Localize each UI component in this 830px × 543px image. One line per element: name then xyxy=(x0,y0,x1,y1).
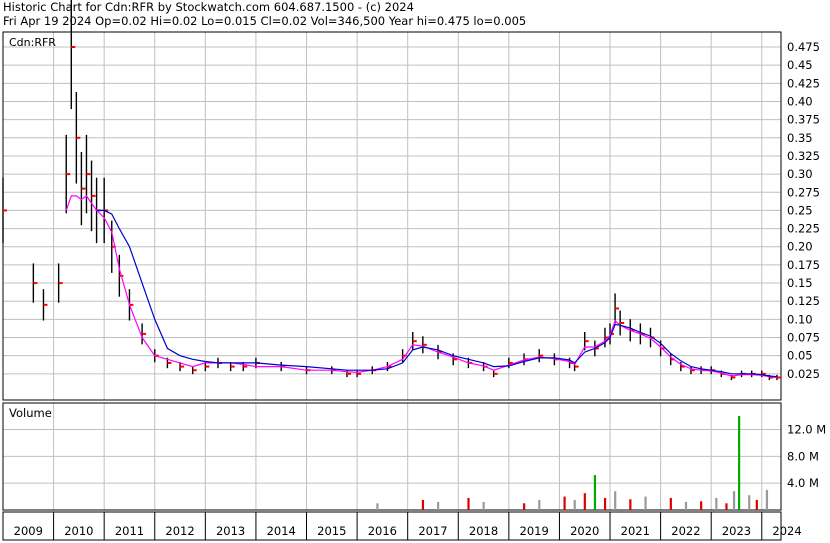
volume-bar xyxy=(748,495,751,510)
price-tick-label: 0.20 xyxy=(787,240,813,254)
year-tick-label: 2021 xyxy=(621,524,650,538)
year-tick-label: 2014 xyxy=(267,524,296,538)
price-tick-label: 0.475 xyxy=(787,40,820,54)
volume-bar xyxy=(715,497,718,510)
price-tick-label: 0.05 xyxy=(787,349,813,363)
year-tick-label: 2022 xyxy=(671,524,700,538)
volume-bar xyxy=(573,499,576,510)
volume-bar xyxy=(669,497,672,510)
chart-title: Historic Chart for Cdn:RFR by Stockwatch… xyxy=(3,0,414,14)
volume-bar xyxy=(603,497,607,510)
price-tick-label: 0.25 xyxy=(787,203,813,217)
price-tick-label: 0.125 xyxy=(787,294,820,308)
short-moving-average-line xyxy=(65,195,778,379)
volume-bar xyxy=(593,475,597,510)
volume-bar xyxy=(684,501,688,510)
volume-tick-label: 12.0 M xyxy=(787,422,826,436)
volume-bar xyxy=(700,501,703,510)
volume-bar xyxy=(523,503,526,510)
volume-bar xyxy=(765,489,769,510)
price-tick-label: 0.425 xyxy=(787,76,820,90)
volume-tick-label: 8.0 M xyxy=(787,449,819,463)
price-tick-label: 0.025 xyxy=(787,367,820,381)
price-tick-label: 0.275 xyxy=(787,185,820,199)
year-tick-label: 2017 xyxy=(418,524,447,538)
price-tick-label: 0.325 xyxy=(787,149,820,163)
volume-bar xyxy=(614,491,617,510)
year-tick-label: 2010 xyxy=(64,524,93,538)
volume-bar xyxy=(755,499,758,510)
price-tick-label: 0.40 xyxy=(787,94,813,108)
year-tick-label: 2012 xyxy=(165,524,194,538)
price-tick-label: 0.45 xyxy=(787,58,813,72)
volume-bar xyxy=(738,416,741,510)
year-tick-label: 2024 xyxy=(772,524,801,538)
moving-averages xyxy=(65,195,778,379)
year-tick-label: 2019 xyxy=(520,524,549,538)
volume-bars xyxy=(376,416,769,510)
year-tick-label: 2013 xyxy=(216,524,245,538)
price-tick-label: 0.225 xyxy=(787,222,820,236)
price-y-axis: 0.475 0.45 0.425 0.40 0.375 0.35 0.325 0.30 0.27… xyxy=(787,40,820,381)
price-bars xyxy=(2,0,781,381)
volume-bar xyxy=(725,503,728,510)
volume-bar xyxy=(583,493,586,510)
price-tick-label: 0.35 xyxy=(787,131,813,145)
volume-bar xyxy=(644,496,647,510)
volume-panel-label: Volume xyxy=(9,406,52,420)
volume-bar xyxy=(732,491,736,510)
quote-summary: Fri Apr 19 2024 Op=0.02 Hi=0.02 Lo=0.015… xyxy=(3,14,527,28)
price-tick-label: 0.375 xyxy=(787,113,820,127)
price-tick-label: 0.15 xyxy=(787,276,813,290)
volume-bar xyxy=(376,503,379,510)
year-tick-label: 2009 xyxy=(14,524,43,538)
year-tick-label: 2023 xyxy=(722,524,751,538)
price-tick-label: 0.10 xyxy=(787,312,813,326)
price-tick-label: 0.075 xyxy=(787,331,820,345)
price-tick-label: 0.175 xyxy=(787,258,820,272)
volume-bar xyxy=(538,499,541,510)
price-tick-label: 0.30 xyxy=(787,167,813,181)
volume-y-axis: 12.0 M 8.0 M 4.0 M xyxy=(787,422,826,490)
year-tick-label: 2016 xyxy=(368,524,397,538)
volume-bar xyxy=(563,496,566,510)
year-tick-label: 2015 xyxy=(317,524,346,538)
volume-bar xyxy=(421,499,425,510)
volume-bar xyxy=(467,497,470,510)
volume-bar xyxy=(437,501,440,510)
symbol-label: Cdn:RFR xyxy=(9,36,56,49)
year-tick-label: 2018 xyxy=(469,524,498,538)
year-tick-label: 2011 xyxy=(115,524,144,538)
volume-bar xyxy=(482,501,485,510)
stock-chart: 0.475 0.45 0.425 0.40 0.375 0.35 0.325 0.30 0.27… xyxy=(2,0,826,541)
year-tick-label: 2020 xyxy=(570,524,599,538)
volume-bar xyxy=(629,499,632,510)
price-panel-frame xyxy=(2,31,782,401)
volume-tick-label: 4.0 M xyxy=(787,476,819,490)
